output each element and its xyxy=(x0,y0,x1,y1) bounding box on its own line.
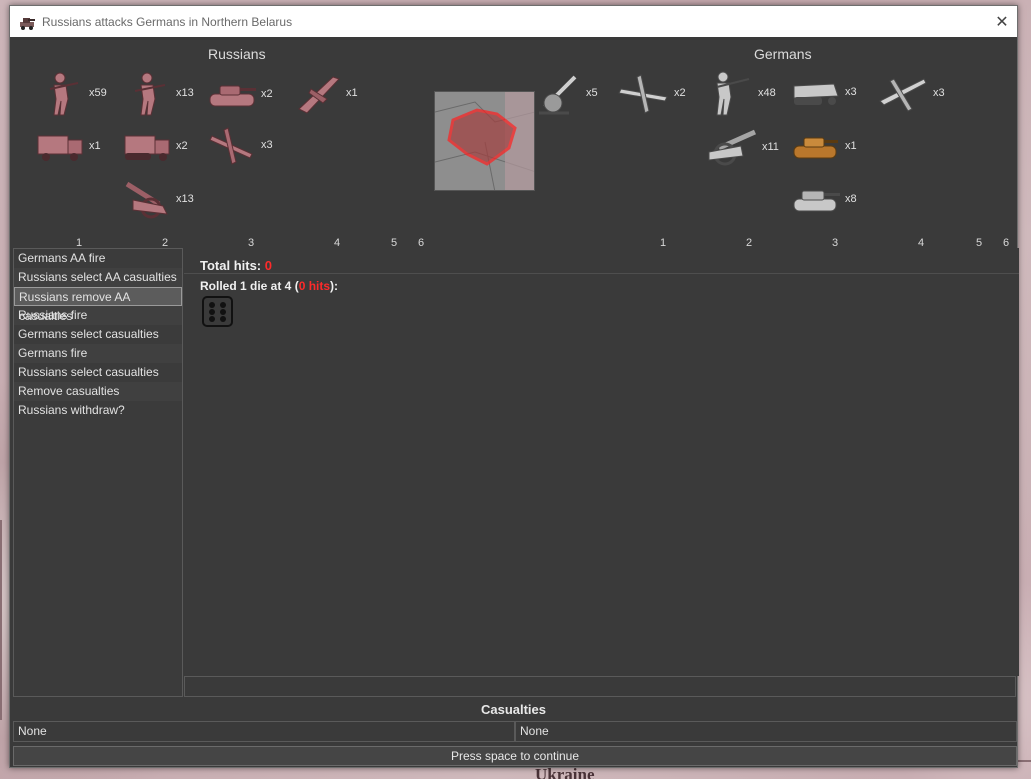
status-strip xyxy=(184,676,1016,697)
unit-count: x2 xyxy=(261,88,273,100)
unit-count: x3 xyxy=(845,86,857,98)
attacker-unit-infantry: x59 xyxy=(38,69,107,117)
attacker-unit-tank: x2 xyxy=(206,72,273,116)
attacker-unit-infantry: x13 xyxy=(125,69,194,117)
unit-count: x48 xyxy=(758,87,776,99)
defender-name: Germans xyxy=(754,46,812,62)
unit-count: x3 xyxy=(933,87,945,99)
defender-unit-halftrack: x3 xyxy=(790,72,857,112)
attacker-name: Russians xyxy=(208,46,266,62)
close-button[interactable]: ✕ xyxy=(987,6,1017,37)
attacker-unit-halftrack: x2 xyxy=(121,126,188,166)
defender-casualties: None xyxy=(515,721,1017,742)
roll-suffix: ): xyxy=(330,279,339,293)
infantry-icon xyxy=(134,72,166,116)
battle-steps-list: Germans AA fire Russians select AA casua… xyxy=(13,248,183,697)
battle-window: Russians attacks Germans in Northern Bel… xyxy=(9,5,1019,768)
roll-prefix: Rolled 1 die at 4 ( xyxy=(200,279,299,293)
attacker-unit-artillery: x13 xyxy=(119,176,194,222)
territory-minimap xyxy=(434,91,535,191)
defender-unit-heavy-tank: x8 xyxy=(790,179,857,219)
halftrack-icon xyxy=(124,135,170,161)
attacker-unit-bomber: x1 xyxy=(293,69,358,117)
unit-count: x59 xyxy=(89,87,107,99)
infantry-icon xyxy=(49,72,79,116)
attacker-casualties: None xyxy=(13,721,515,742)
unit-count: x13 xyxy=(176,87,194,99)
step-item[interactable]: Germans select casualties xyxy=(14,325,182,344)
unit-count: x1 xyxy=(346,87,358,99)
die-six-icon xyxy=(202,296,233,327)
continue-button[interactable]: Press space to continue xyxy=(13,746,1017,766)
artillery-icon xyxy=(708,129,757,166)
step-item[interactable]: Germans AA fire xyxy=(14,249,182,268)
unit-count: x1 xyxy=(845,140,857,152)
unit-count: x5 xyxy=(586,87,598,99)
total-hits: Total hits: 0 xyxy=(200,258,272,273)
tank-icon xyxy=(209,85,256,107)
defender-unit-bomber: x2 xyxy=(617,69,686,117)
casualties-title: Casualties xyxy=(480,702,547,717)
defender-unit-infantry: x48 xyxy=(703,69,776,117)
window-title: Russians attacks Germans in Northern Bel… xyxy=(42,14,293,29)
unit-count: x8 xyxy=(845,193,857,205)
total-hits-label: Total hits: xyxy=(200,258,262,273)
step-item[interactable]: Russians withdraw? xyxy=(14,401,182,420)
unit-count: x1 xyxy=(89,140,101,152)
roll-hits: 0 hits xyxy=(298,279,331,293)
defender-unit-artillery: x11 xyxy=(703,124,779,170)
step-item[interactable]: Russians select AA casualties xyxy=(14,268,182,287)
defender-unit-aa-gun: x5 xyxy=(535,69,598,117)
total-hits-value: 0 xyxy=(264,258,272,273)
unit-count: x13 xyxy=(176,193,194,205)
unit-count: x11 xyxy=(762,141,779,153)
defender-unit-fighter: x3 xyxy=(876,69,945,117)
unit-count: x2 xyxy=(674,87,686,99)
fighter-icon xyxy=(879,78,927,112)
truck-icon xyxy=(37,135,83,161)
halftrack-icon xyxy=(793,83,839,105)
attacker-unit-fighter: x3 xyxy=(206,122,273,168)
step-item[interactable]: Russians select casualties xyxy=(14,363,182,382)
tank-icon xyxy=(793,137,838,159)
aa-gun-icon xyxy=(539,75,577,115)
step-item-selected[interactable]: Russians remove AA casualties xyxy=(14,287,182,323)
step-item[interactable]: Remove casualties xyxy=(14,382,182,401)
unit-count: x3 xyxy=(261,139,273,151)
attacker-unit-truck: x1 xyxy=(34,126,101,166)
step-item[interactable]: Germans fire xyxy=(14,344,182,363)
app-icon xyxy=(18,13,36,31)
artillery-icon xyxy=(125,181,168,219)
heavy-tank-icon xyxy=(793,190,840,212)
unit-count: x2 xyxy=(176,140,188,152)
defender-unit-tank: x1 xyxy=(790,126,857,166)
bomber-icon xyxy=(298,76,340,114)
close-icon: ✕ xyxy=(995,13,1009,31)
roll-results-panel: Total hits: 0 Rolled 1 die at 4 (0 hits)… xyxy=(184,248,1019,676)
roll-summary: Rolled 1 die at 4 (0 hits): xyxy=(200,279,338,293)
bomber-icon xyxy=(618,74,668,114)
title-bar: Russians attacks Germans in Northern Bel… xyxy=(10,6,1017,37)
step-item[interactable]: Russians fire xyxy=(14,306,182,325)
infantry-icon xyxy=(716,71,750,116)
fighter-icon xyxy=(209,127,253,165)
